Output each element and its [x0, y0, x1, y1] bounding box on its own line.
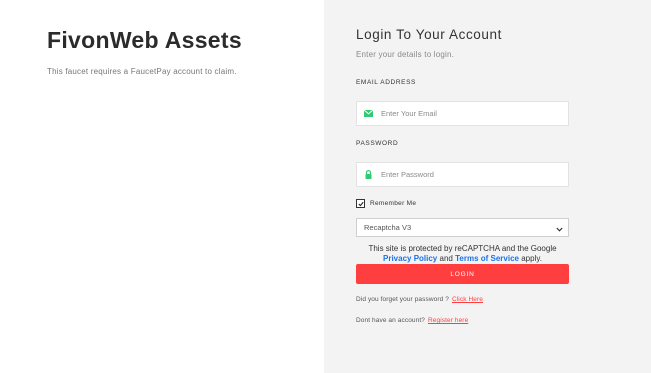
login-subtitle: Enter your details to login. [356, 50, 455, 59]
password-input[interactable] [379, 169, 563, 180]
chevron-down-icon [556, 219, 563, 237]
terms-of-service-link[interactable]: Terms of Service [455, 254, 519, 263]
check-icon [357, 201, 364, 206]
login-button[interactable]: LOGIN [356, 264, 569, 284]
password-field-wrapper [356, 162, 569, 187]
site-title: FivonWeb Assets [47, 27, 242, 53]
lock-icon [357, 170, 379, 179]
forgot-password-link[interactable]: Click Here [452, 296, 483, 303]
info-panel: FivonWeb Assets This faucet requires a F… [0, 0, 324, 373]
password-label: PASSWORD [356, 140, 399, 147]
remember-checkbox[interactable] [356, 199, 365, 208]
remember-me: Remember Me [356, 199, 416, 208]
remember-label: Remember Me [370, 200, 417, 207]
register-text: Dont have an account? [356, 317, 425, 324]
recaptcha-notice: This site is protected by reCAPTCHA and … [356, 244, 569, 264]
register-link[interactable]: Register here [428, 317, 468, 324]
captcha-select[interactable]: Recaptcha V3 [356, 218, 569, 237]
privacy-policy-link[interactable]: Privacy Policy [383, 254, 437, 263]
email-input[interactable] [379, 108, 563, 119]
captcha-selected-value: Recaptcha V3 [364, 223, 412, 232]
email-field-wrapper [356, 101, 569, 126]
email-label: EMAIL ADDRESS [356, 79, 416, 86]
site-description: This faucet requires a FaucetPay account… [47, 67, 237, 76]
recaptcha-text: This site is protected by reCAPTCHA and … [368, 244, 557, 253]
apply-text: apply. [521, 254, 542, 263]
login-title: Login To Your Account [356, 27, 502, 42]
forgot-password-row: Did you forget your password ? Click Here [356, 296, 483, 303]
and-text: and [439, 254, 453, 263]
forgot-password-text: Did you forget your password ? [356, 296, 449, 303]
envelope-icon [357, 110, 379, 117]
register-row: Dont have an account? Register here [356, 317, 468, 324]
